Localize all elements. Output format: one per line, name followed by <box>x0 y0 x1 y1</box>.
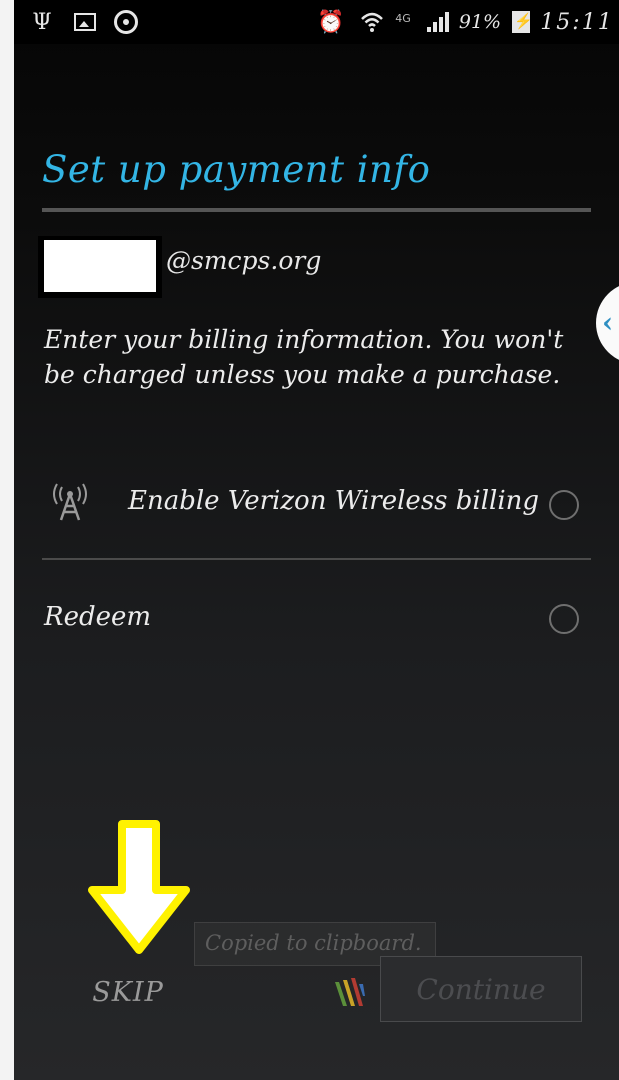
alarm-icon: ⏰ <box>317 9 345 35</box>
option-divider <box>42 558 591 560</box>
skip-button[interactable]: SKIP <box>78 966 178 1018</box>
google-wallet-icon <box>335 978 365 1006</box>
phone-screen: Ψ ⏰ 4G 91% 15:11 Set up payment info @sm… <box>14 0 619 1080</box>
chevron-left-icon: ‹ <box>602 306 614 339</box>
billing-description: Enter your billing information. You won'… <box>44 325 564 389</box>
clock: 15:11 <box>540 9 614 35</box>
signal-icon <box>422 10 454 34</box>
redeem-radio[interactable] <box>549 604 579 634</box>
option-verizon-billing[interactable]: Enable Verizon Wireless billing <box>42 470 591 538</box>
battery-percent: 91% <box>458 11 502 33</box>
title-divider <box>42 208 591 212</box>
steering-wheel-icon <box>114 10 138 34</box>
verizon-billing-label: Enable Verizon Wireless billing <box>128 486 540 516</box>
account-domain: @smcps.org <box>166 246 322 275</box>
side-panel-handle[interactable]: ‹ <box>596 282 619 364</box>
network-type: 4G <box>395 11 411 25</box>
continue-button[interactable]: Continue <box>380 956 582 1022</box>
redacted-account-name <box>38 236 162 298</box>
toast-text: Copied to clipboard. <box>205 931 422 955</box>
status-bar: Ψ ⏰ 4G 91% 15:11 <box>14 0 619 44</box>
page-title: Set up payment info <box>42 148 431 191</box>
antenna-icon <box>53 483 87 521</box>
battery-charging-icon <box>509 10 533 34</box>
usb-icon: Ψ <box>32 9 52 35</box>
down-arrow-annotation-icon <box>88 820 190 954</box>
image-icon <box>74 10 96 34</box>
redeem-label: Redeem <box>44 602 152 632</box>
wifi-icon <box>358 10 386 34</box>
verizon-billing-radio[interactable] <box>549 490 579 520</box>
option-redeem[interactable]: Redeem <box>42 584 591 652</box>
